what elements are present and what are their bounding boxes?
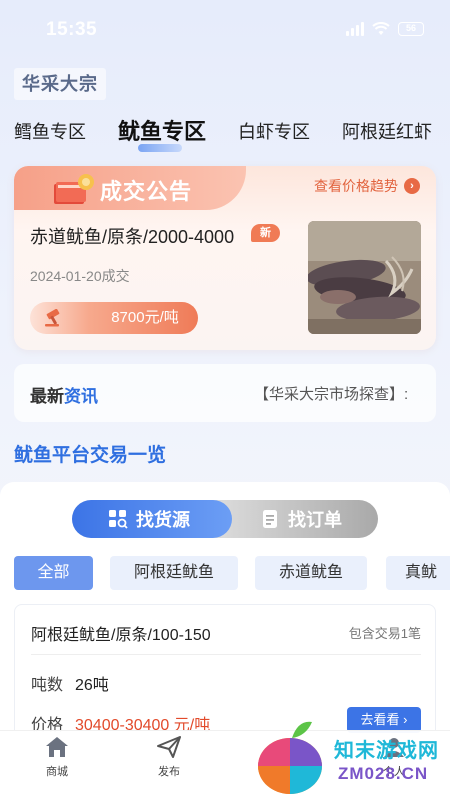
tab-cod[interactable]: 鳕鱼专区 <box>14 118 86 144</box>
watermark-text: 知末游戏网 <box>334 740 439 762</box>
status-time: 15:35 <box>46 19 98 40</box>
tab-argentine-red-shrimp[interactable]: 阿根廷红虾 <box>342 118 432 144</box>
new-badge: 新 <box>251 224 280 242</box>
filter-argentine-squid[interactable]: 阿根廷鱿鱼 <box>110 556 238 590</box>
section-title: 鱿鱼平台交易一览 <box>14 445 167 466</box>
quantity-value: 26吨 <box>75 677 109 694</box>
news-ticker[interactable]: 最新资讯 【华采大宗市场探查】: <box>14 364 436 422</box>
category-tabs: 鳕鱼专区 鱿鱼专区 白虾专区 阿根廷红虾 <box>0 112 450 152</box>
gavel-icon <box>45 309 60 327</box>
nav-label-home: 商城 <box>46 766 68 778</box>
view-price-trend-link[interactable]: 查看价格趋势 › <box>314 176 420 196</box>
deal-price: 8700元/吨 <box>111 309 179 326</box>
deal-title: 成交公告 <box>100 179 193 204</box>
wifi-icon <box>372 22 390 35</box>
announcement-book-icon <box>54 174 94 204</box>
supply-order-toggle: 找货源 找订单 <box>72 500 378 538</box>
status-bar: 15:35 56 <box>0 0 450 60</box>
nav-item-publish[interactable]: 发布 <box>139 735 199 779</box>
home-icon <box>46 737 68 757</box>
news-label: 最新资讯 <box>30 387 98 406</box>
filter-chips: 全部 阿根廷鱿鱼 赤道鱿鱼 真鱿 <box>14 556 450 590</box>
signal-icon <box>346 22 364 36</box>
find-supply-button[interactable]: 找货源 <box>108 500 190 538</box>
watermark-logo-icon <box>258 721 322 794</box>
divider <box>31 654 421 655</box>
deal-announcement-card[interactable]: 成交公告 查看价格趋势 › 赤道鱿鱼/原条/2000-4000 新 2024-0… <box>14 166 436 350</box>
status-icons: 56 <box>346 22 424 36</box>
filter-true-squid[interactable]: 真鱿 <box>386 556 450 590</box>
watermark-url: ZM028.CN <box>338 764 429 783</box>
chevron-right-icon: › <box>404 178 420 194</box>
active-tab-indicator <box>138 144 182 152</box>
nav-item-home[interactable]: 商城 <box>27 735 87 779</box>
find-orders-label: 找订单 <box>288 510 342 530</box>
send-icon <box>157 736 181 758</box>
quantity-label: 吨数 <box>31 677 64 694</box>
find-supply-label: 找货源 <box>136 510 190 530</box>
tab-white-shrimp[interactable]: 白虾专区 <box>238 118 310 144</box>
watermark: 知末游戏网 ZM028.CN <box>250 712 450 800</box>
brand-label: 华采大宗 <box>14 68 106 100</box>
news-headline[interactable]: 【华采大宗市场探查】: <box>254 383 426 404</box>
filter-equatorial-squid[interactable]: 赤道鱿鱼 <box>255 556 367 590</box>
trend-link-label: 查看价格趋势 <box>314 178 398 194</box>
filter-all[interactable]: 全部 <box>14 556 93 590</box>
deal-product-name: 赤道鱿鱼/原条/2000-4000 <box>30 227 235 247</box>
order-title: 阿根廷鱿鱼/原条/100-150 <box>31 627 211 644</box>
battery-icon: 56 <box>398 22 424 36</box>
squid-product-image <box>308 221 421 334</box>
grid-search-icon <box>109 510 128 529</box>
find-orders-button[interactable]: 找订单 <box>260 500 342 538</box>
order-trade-count: 包含交易1笔 <box>348 626 421 641</box>
nav-label-publish: 发布 <box>158 766 180 778</box>
deal-date: 2024-01-20成交 <box>30 268 130 284</box>
document-icon <box>263 510 277 528</box>
tab-squid[interactable]: 鱿鱼专区 <box>118 114 206 146</box>
deal-price-pill: 8700元/吨 <box>30 302 198 334</box>
